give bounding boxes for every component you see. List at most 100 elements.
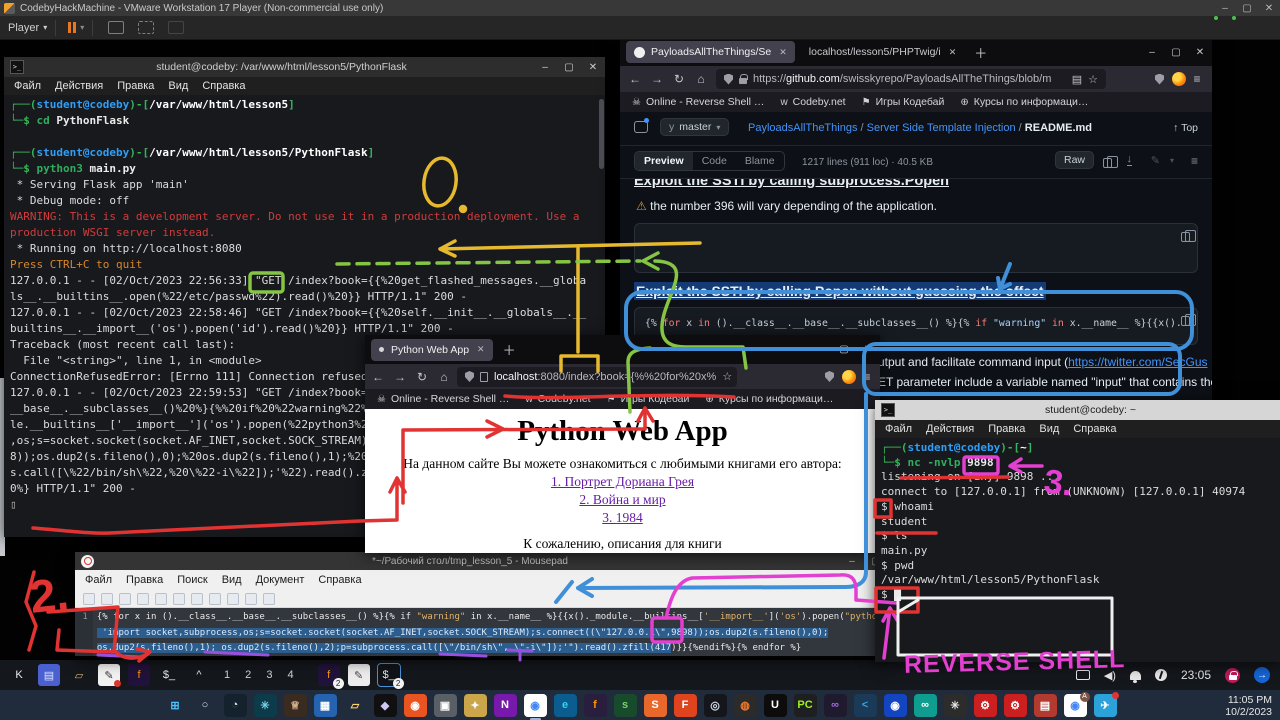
raw-button[interactable]: Raw: [1055, 151, 1094, 169]
terminal-window-button[interactable]: $_2: [378, 664, 400, 686]
firefox-vm-icon[interactable]: f: [128, 664, 150, 686]
new-tab-button[interactable]: ＋: [974, 43, 987, 62]
minimize-button[interactable]: –: [808, 344, 832, 355]
copy-icon[interactable]: [227, 593, 239, 605]
steam-icon[interactable]: ◎: [704, 694, 727, 717]
suspend-button[interactable]: [68, 22, 76, 33]
menu-item[interactable]: Поиск: [177, 574, 207, 586]
shield-icon[interactable]: [724, 74, 733, 85]
menu-item[interactable]: Действия: [55, 80, 103, 92]
tab-localhost-phptwig[interactable]: localhost/lesson5/PHPTwig/i✕: [801, 41, 964, 63]
adobe-f-icon[interactable]: F: [674, 694, 697, 717]
close-button[interactable]: ✕: [856, 344, 880, 355]
new-tab-button[interactable]: ＋: [503, 340, 516, 359]
game-icon[interactable]: ✦: [464, 694, 487, 717]
tab-python-web-app[interactable]: Python Web App✕: [371, 339, 493, 361]
mousepad-window-button[interactable]: ✎: [348, 664, 370, 686]
file-view-tab[interactable]: Preview: [635, 152, 693, 170]
sublime-icon[interactable]: S: [644, 694, 667, 717]
menu-item[interactable]: Документ: [256, 574, 305, 586]
firefox-account-icon[interactable]: [842, 370, 856, 384]
book-link[interactable]: 3. 1984: [365, 510, 880, 526]
bookmark-star-icon[interactable]: ☆: [722, 370, 732, 383]
forward-button[interactable]: →: [646, 72, 668, 86]
menu-item[interactable]: Файл: [14, 80, 41, 92]
firefox-window-button[interactable]: f2: [318, 664, 340, 686]
screen-lock-icon[interactable]: [1225, 668, 1240, 683]
tree-icon[interactable]: ✳: [944, 694, 967, 717]
mousepad-icon[interactable]: ✎: [98, 664, 120, 686]
file-view-tab[interactable]: Code: [693, 152, 736, 170]
bookmark-item[interactable]: ⊕Курсы по информаци…: [705, 393, 833, 405]
plant-icon[interactable]: s: [614, 694, 637, 717]
speedtest-icon[interactable]: ◔: [224, 694, 247, 717]
file-explorer-icon[interactable]: ▱: [344, 694, 367, 717]
toolbox-icon[interactable]: ▤: [1034, 694, 1057, 717]
file-view-tabs[interactable]: PreviewCodeBlame: [634, 151, 785, 171]
kali-menu-icon[interactable]: K: [8, 664, 30, 686]
blender-icon[interactable]: ◍: [734, 694, 757, 717]
heading-popen-offset[interactable]: Exploit the SSTI by calling Popen withou…: [634, 282, 1046, 300]
book-link[interactable]: 1. Портрет Дориана Грея: [365, 474, 880, 490]
red-gear-icon[interactable]: ⚙: [974, 694, 997, 717]
back-button[interactable]: ←: [624, 72, 646, 86]
chevron-up-icon[interactable]: ^: [188, 664, 210, 686]
paste-icon[interactable]: [245, 593, 257, 605]
tab-close-icon[interactable]: ✕: [949, 47, 957, 58]
menu-hamburger-icon[interactable]: ≡: [1186, 72, 1208, 86]
minimize-button[interactable]: –: [1140, 47, 1164, 58]
maximize-button[interactable]: ▢: [557, 62, 581, 73]
chrome-profile-icon[interactable]: ◉A: [1064, 694, 1087, 717]
firefox-icon[interactable]: f: [584, 694, 607, 717]
display-tray-icon[interactable]: [1076, 670, 1090, 680]
cut-icon[interactable]: [209, 593, 221, 605]
bookmark-item[interactable]: wCodeby.net: [780, 96, 845, 108]
bookmark-item[interactable]: ⊕Курсы по информаци…: [960, 96, 1088, 108]
obsidian-icon[interactable]: ◆: [374, 694, 397, 717]
code-block-subprocess[interactable]: {{''.__class__.mro()[1].__subclasses__()…: [634, 223, 1198, 273]
menu-item[interactable]: Вид: [168, 80, 188, 92]
copy-code-icon[interactable]: [1181, 313, 1190, 331]
tab-close-icon[interactable]: ✕: [477, 344, 485, 355]
notification-bell-icon[interactable]: [1130, 671, 1141, 680]
telegram-icon[interactable]: ✈: [1094, 694, 1117, 717]
tab-close-icon[interactable]: ✕: [779, 47, 787, 58]
reader-mode-icon[interactable]: ▤: [1072, 73, 1082, 86]
menu-item[interactable]: Файл: [85, 574, 112, 586]
visual-studio-icon[interactable]: ∞: [824, 694, 847, 717]
menu-item[interactable]: Файл: [885, 423, 912, 435]
menu-item[interactable]: Справка: [202, 80, 245, 92]
scrollbar[interactable]: [599, 99, 604, 169]
calendar-icon[interactable]: ▦: [314, 694, 337, 717]
twitter-link[interactable]: https://twitter.com/SecGus: [1068, 355, 1207, 369]
url-bar[interactable]: localhost:8080/index?book={%%20for%20x% …: [457, 367, 737, 387]
persona-icon[interactable]: ♕: [284, 694, 307, 717]
close-button[interactable]: ✕: [1258, 3, 1280, 14]
menu-item[interactable]: Действия: [926, 423, 974, 435]
editor-text-area[interactable]: {% for x in ().__class__.__base__.__subc…: [93, 608, 888, 656]
red-gear2-icon[interactable]: ⚙: [1004, 694, 1027, 717]
co-app-icon[interactable]: ∞: [914, 694, 937, 717]
ubuntu-icon[interactable]: ◉: [404, 694, 427, 717]
back-to-top-link[interactable]: ↑ Top: [1173, 122, 1198, 134]
power-icon[interactable]: [1155, 669, 1167, 681]
menu-item[interactable]: Вид: [1039, 423, 1059, 435]
file-view-tab[interactable]: Blame: [736, 152, 784, 170]
outline-icon[interactable]: ≡: [1191, 154, 1198, 168]
undo-icon[interactable]: [173, 593, 185, 605]
open-file-icon[interactable]: [101, 593, 113, 605]
save-as-icon[interactable]: [137, 593, 149, 605]
start-button[interactable]: ⊞: [164, 694, 187, 717]
maps-pin-icon[interactable]: ◉: [884, 694, 907, 717]
bookmark-item[interactable]: wCodeby.net: [525, 393, 590, 405]
host-clock[interactable]: 11:05 PM 10/2/2023: [1225, 694, 1272, 718]
pycharm-icon[interactable]: PC: [794, 694, 817, 717]
bookmark-star-icon[interactable]: ☆: [1088, 73, 1098, 86]
forward-button[interactable]: →: [389, 370, 411, 384]
close-button[interactable]: ✕: [1188, 47, 1212, 58]
maximize-button[interactable]: ▢: [1164, 47, 1188, 58]
bookmark-item[interactable]: ⚑Игры Кодебай: [862, 96, 945, 108]
home-button[interactable]: ⌂: [690, 72, 712, 86]
extension-shield-icon[interactable]: [1155, 74, 1164, 85]
menu-item[interactable]: Вид: [222, 574, 242, 586]
